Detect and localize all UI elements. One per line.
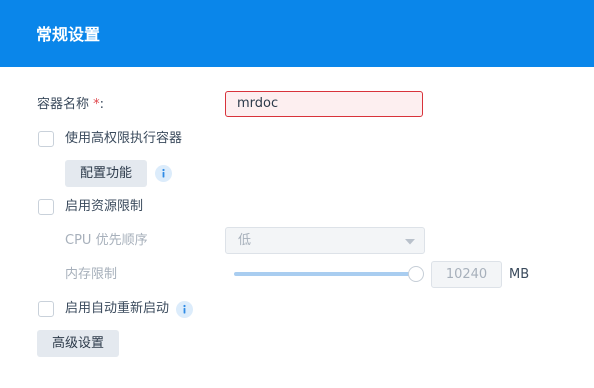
info-icon[interactable] (155, 165, 172, 182)
auto-restart-label: 启用自动重新启动 (65, 301, 170, 316)
container-name-label: 容器名称 *: (37, 96, 104, 114)
memory-limit-label: 内存限制 (65, 267, 118, 282)
cpu-priority-label: CPU 优先顺序 (65, 233, 148, 248)
auto-restart-checkbox[interactable] (38, 301, 54, 317)
header-bar: 常规设置 (0, 0, 594, 67)
container-name-input[interactable]: mrdoc (225, 91, 423, 117)
resource-limit-checkbox[interactable] (38, 199, 54, 215)
advanced-settings-button[interactable]: 高级设置 (37, 330, 119, 357)
memory-slider-track[interactable] (234, 272, 416, 276)
resource-limit-label: 启用资源限制 (65, 199, 144, 214)
memory-unit: MB (509, 267, 530, 282)
configure-button[interactable]: 配置功能 (65, 160, 147, 187)
container-name-label-text: 容器名称 (37, 97, 90, 112)
label-colon: : (99, 97, 105, 112)
chevron-down-icon (405, 239, 415, 245)
info-icon[interactable] (176, 301, 193, 318)
memory-slider-thumb[interactable] (408, 266, 424, 282)
high-privilege-checkbox[interactable] (38, 131, 54, 147)
page-title: 常规设置 (36, 25, 101, 44)
high-privilege-label: 使用高权限执行容器 (65, 131, 183, 146)
cpu-priority-value: 低 (238, 233, 252, 248)
memory-limit-input[interactable]: 10240 (431, 261, 502, 288)
cpu-priority-select[interactable]: 低 (225, 227, 425, 254)
